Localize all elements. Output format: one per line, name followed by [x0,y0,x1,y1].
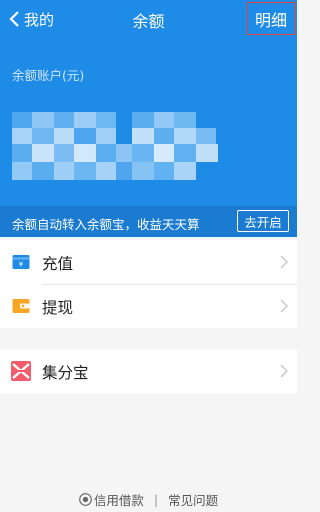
menu-item-withdraw[interactable]: 提现 [0,284,297,328]
withdraw-label: 提现 [42,299,74,317]
jifenbao-icon [11,361,31,381]
chevron-right-icon [280,364,288,378]
redacted-balance [12,112,222,182]
account-label: 余额账户(元) [12,68,85,83]
rewards-menu: 集分宝 [0,349,297,393]
jifenbao-label: 集分宝 [42,364,89,382]
enable-button[interactable]: 去开启 [237,210,289,232]
menu-item-recharge[interactable]: ¥ 充值 [0,240,297,284]
funds-menu: ¥ 充值 提现 [0,240,297,328]
svg-text:¥: ¥ [19,261,24,269]
credit-loan-icon [79,492,92,506]
footer-links: 信用借款 | 常见问题 [0,490,297,509]
wallet-icon [12,299,30,313]
menu-item-jifenbao[interactable]: 集分宝 [0,349,297,393]
auto-transfer-banner: 余额自动转入余额宝，收益天天算 去开启 [0,206,297,237]
detail-button[interactable]: 明细 [247,2,295,35]
chevron-right-icon [280,299,288,313]
recharge-label: 充值 [42,255,74,273]
navigation-bar: 我的 余额 明细 [0,0,297,40]
faq-link[interactable]: 常见问题 [168,490,218,509]
chevron-right-icon [280,255,288,269]
recharge-card-icon: ¥ [12,255,30,269]
credit-loan-link[interactable]: 信用借款 [94,490,144,509]
banner-text: 余额自动转入余额宝，收益天天算 [12,217,200,232]
balance-header: 我的 余额 明细 余额账户(元) 余额自动转入余额宝，收益天天算 去开启 [0,0,297,237]
footer-separator: | [153,491,159,507]
